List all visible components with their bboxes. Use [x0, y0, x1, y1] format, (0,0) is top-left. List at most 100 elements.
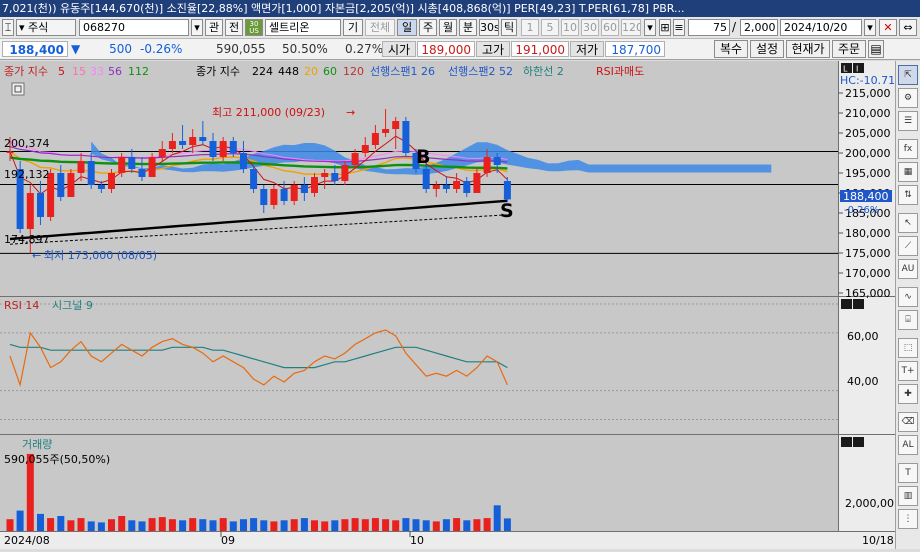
grid-tool-icon[interactable]: ▦	[898, 162, 918, 182]
box-tool-icon[interactable]: ⬚	[898, 338, 918, 358]
count-value: 75	[713, 21, 727, 34]
rsi-lock-icon[interactable]	[841, 299, 852, 309]
close-icon[interactable]: ✕	[879, 19, 897, 36]
candle-tool-icon[interactable]: ⌸	[898, 310, 918, 330]
volume-bar	[108, 519, 115, 531]
trendline-tool-icon[interactable]: ⟋	[898, 236, 918, 256]
volume-bar	[432, 521, 440, 531]
stock-code-input[interactable]: 068270	[79, 19, 189, 36]
title-bar: 7,021(천)) 유동주[144,670(천)] 소진율[22,88%] 액면…	[0, 0, 920, 17]
pointer-tool-icon[interactable]: ⇱	[898, 65, 918, 85]
price-axis-label: 205,000	[845, 127, 891, 140]
period-week[interactable]: 주	[419, 19, 437, 36]
volume-bar	[351, 518, 359, 531]
change-arrow-icon: ▼	[71, 42, 81, 56]
volume-lock-icon[interactable]	[841, 437, 852, 447]
panel-maximize-icon[interactable]	[853, 63, 864, 73]
volume-bar	[361, 519, 369, 531]
rsi-maximize-icon[interactable]	[853, 299, 864, 309]
volume-bar	[67, 520, 75, 531]
panel-lock-glyph: L	[843, 65, 848, 74]
gi-button[interactable]: 기	[343, 19, 363, 36]
interval-30[interactable]: 30	[581, 19, 599, 36]
period-month[interactable]: 월	[439, 19, 457, 36]
wave-tool-icon[interactable]: ∿	[898, 287, 918, 307]
volume-bar	[290, 519, 298, 531]
auto-trend-icon[interactable]: AU	[898, 259, 918, 279]
candle-body	[229, 141, 237, 153]
high-arrow-icon: →	[346, 106, 355, 119]
price-axis-label: 180,000	[845, 227, 891, 240]
text-tool-icon[interactable]: T+	[898, 361, 918, 381]
volume-bar	[240, 519, 247, 531]
candle-body	[392, 121, 400, 129]
date-label-2024-08: 2024/08	[4, 534, 50, 547]
drawing-tools-sidebar: ⇱ ⚙ ☰ fx ▦ ⇅ ↖ ⟋ AU ∿ ⌸ ⬚ T+ ✚ ⌫ AL T ▥ …	[895, 61, 920, 549]
candle-body	[148, 157, 156, 177]
full-button[interactable]: 전	[225, 19, 243, 36]
market-type-select[interactable]: ▾ 주식	[16, 19, 76, 36]
list-icon[interactable]: ≡	[673, 19, 685, 36]
candle-body	[128, 157, 136, 169]
ma2-legend-20: 20	[304, 65, 318, 78]
interval-dropdown-icon[interactable]: ▾	[644, 19, 656, 36]
save-icon[interactable]: ▤	[868, 40, 884, 58]
arrow-tool-icon[interactable]: ↖	[898, 213, 918, 233]
period-tick[interactable]: 틱	[501, 19, 517, 36]
total-count-value: 2,000	[744, 21, 776, 34]
candle-body	[168, 141, 176, 149]
current-price-button[interactable]: 현재가	[786, 40, 830, 58]
interval-120[interactable]: 120	[621, 19, 641, 36]
order-button[interactable]: 주문	[832, 40, 866, 58]
formula-icon[interactable]: fx	[898, 139, 918, 159]
interval-60[interactable]: 60	[601, 19, 619, 36]
ma2-legend-title: 종가 지수	[196, 65, 240, 78]
interval-10[interactable]: 10	[561, 19, 579, 36]
eraser-tool-icon[interactable]: ⌫	[898, 412, 918, 432]
more-tools-icon[interactable]: ⋮	[898, 509, 918, 529]
us-badge[interactable]: 30 US	[245, 19, 263, 36]
cursor-icon[interactable]: ⌶	[2, 19, 14, 36]
eraser-all-icon[interactable]: AL	[898, 435, 918, 455]
calendar-dropdown-icon[interactable]: ▾	[864, 19, 876, 36]
volume-bar	[341, 519, 349, 531]
copy-button[interactable]: 복수	[714, 40, 748, 58]
period-30s[interactable]: 30s	[479, 19, 499, 36]
period-minute[interactable]: 분	[459, 19, 477, 36]
chart-area[interactable]: 215,000210,000205,000200,000195,000190,0…	[0, 61, 895, 549]
chart-settings-icon[interactable]: ⚙	[898, 88, 918, 108]
candle-body	[260, 189, 268, 205]
cross-tool-icon[interactable]: ✚	[898, 384, 918, 404]
candle-body	[57, 173, 65, 197]
high-label: 고가	[476, 41, 510, 57]
expand-icon[interactable]: ⇔	[899, 19, 917, 36]
candle-body	[87, 161, 95, 185]
zoom-icon[interactable]: ⊞	[659, 19, 671, 36]
hc-label: HC:-10.71	[840, 74, 895, 87]
period-day[interactable]: 일	[397, 19, 417, 36]
watch-button[interactable]: 관	[205, 19, 223, 36]
all-button[interactable]: 전체	[365, 19, 395, 36]
interval-5[interactable]: 5	[541, 19, 559, 36]
volume-bar	[260, 520, 268, 531]
ma2-legend-224: 224	[252, 65, 273, 78]
stock-chart[interactable]: 215,000210,000205,000200,000195,000190,0…	[0, 61, 895, 549]
stock-name-field[interactable]: 셀트리온	[265, 19, 341, 36]
ruler-tool-icon[interactable]: ▥	[898, 486, 918, 506]
volume-maximize-icon[interactable]	[853, 437, 864, 447]
indicator-list-icon[interactable]: ☰	[898, 111, 918, 131]
ma2-legend-60: 60	[323, 65, 337, 78]
volume-bar	[16, 510, 24, 531]
volume-bar	[412, 519, 420, 531]
interval-1[interactable]: 1	[521, 19, 539, 36]
volume-bar	[37, 513, 44, 531]
settings-button[interactable]: 설정	[750, 40, 784, 58]
volume-ratio: 50.50%	[282, 42, 328, 56]
volume-bar	[473, 519, 481, 531]
compare-tool-icon[interactable]: ⇅	[898, 185, 918, 205]
text-label-icon[interactable]: T	[898, 463, 918, 483]
date-input[interactable]: 2024/10/20	[780, 19, 862, 36]
code-search-icon[interactable]: ▾	[191, 19, 203, 36]
count-input[interactable]: 75	[688, 19, 730, 36]
chart-toggle-icon[interactable]	[11, 82, 25, 96]
